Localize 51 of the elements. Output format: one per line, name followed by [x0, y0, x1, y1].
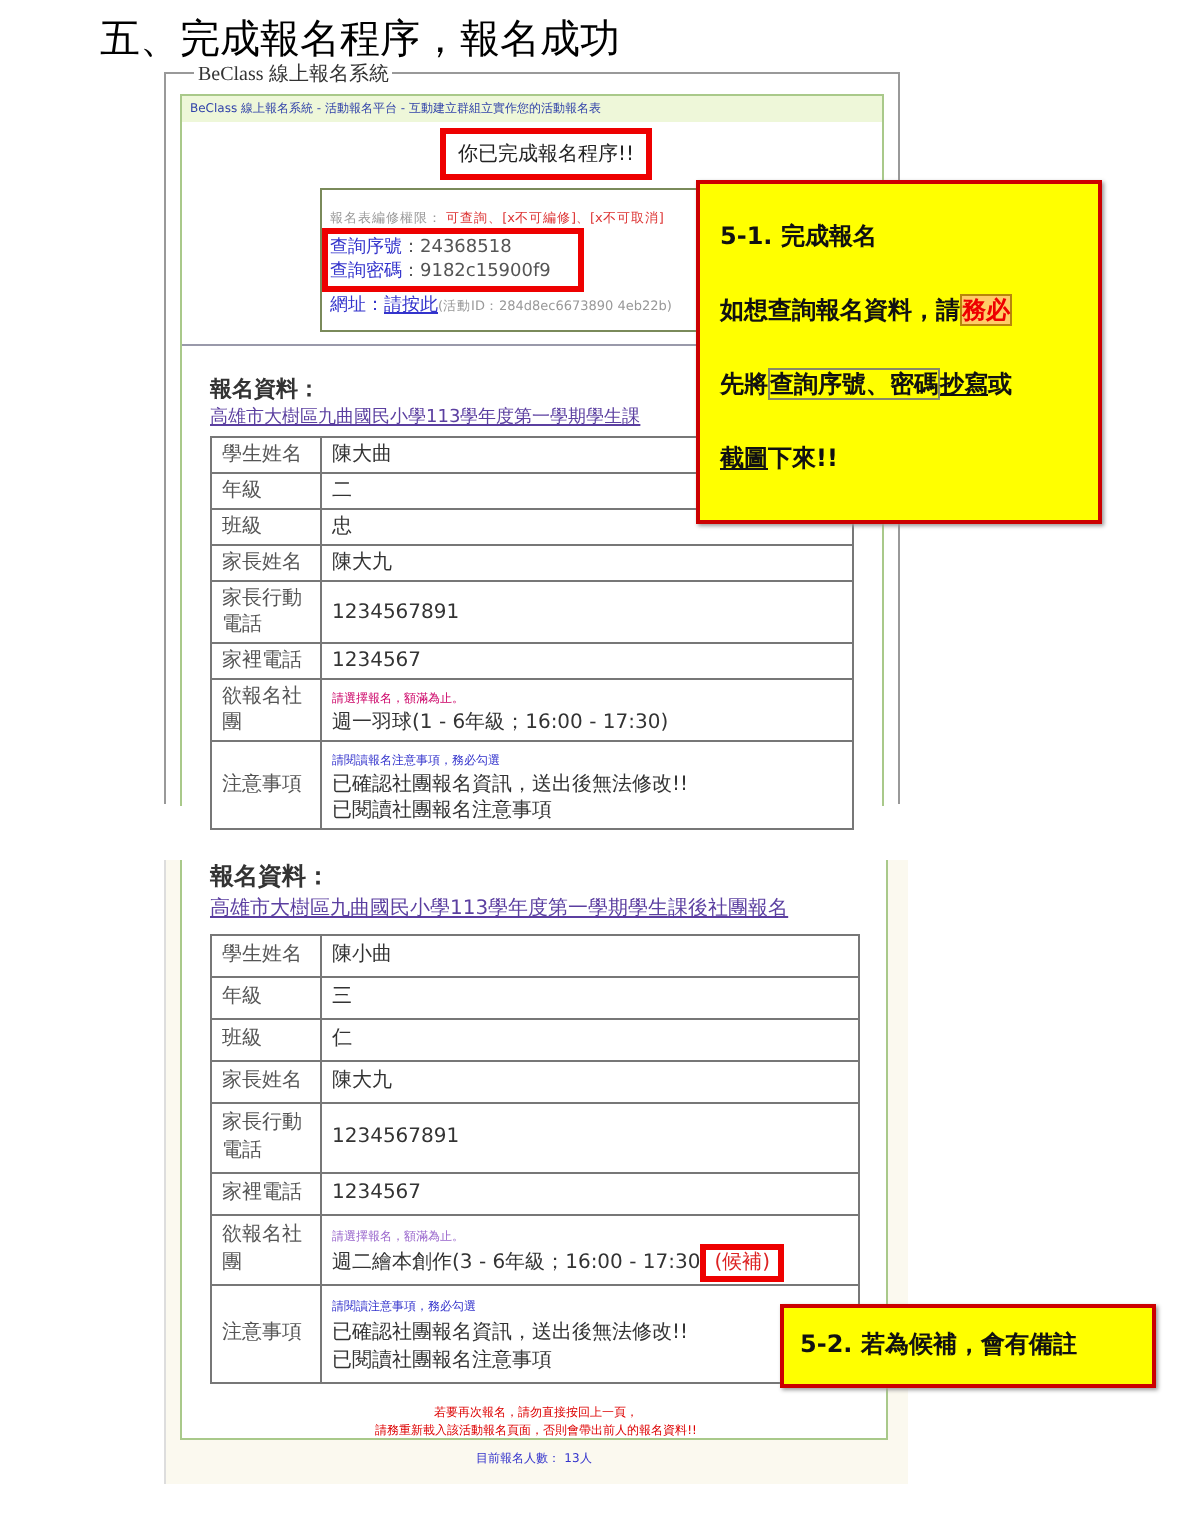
table-cell: 陳小曲 [332, 944, 392, 966]
callout-text: 如想查詢報名資料，請務必 [720, 294, 1014, 328]
table-cell: 年級 [211, 977, 321, 1019]
section-title: 報名資料： [210, 374, 320, 404]
table-cell: 家長姓名 [211, 1061, 321, 1103]
table-cell: 陳大曲 [332, 444, 392, 466]
table-cell: 1234567891 [332, 601, 460, 623]
table-cell: 二 [332, 480, 352, 502]
table-cell: 學生姓名 [211, 935, 321, 977]
completion-message: 你已完成報名程序!! [439, 128, 653, 180]
url-link[interactable]: 請按此 [384, 296, 438, 316]
table-cell: 欲報名社團 [211, 1215, 321, 1285]
callout-title: 5-2. 若為候補，會有備註 [800, 1328, 1079, 1362]
query-line: 查詢密碼：9182c15900f9 [330, 260, 551, 284]
table-cell: 已確認社團報名資訊，送出後無法修改!! [332, 1322, 689, 1344]
callout-text: 截圖下來!! [720, 442, 840, 476]
table-cell: 已閱讀社團報名注意事項 [332, 800, 552, 822]
callout-text: 先將查詢序號、密碼抄寫或 [720, 368, 1014, 402]
table-cell: 班級 [211, 509, 321, 545]
table-cell: 忠 [332, 516, 352, 538]
query-line: 查詢序號：24368518 [330, 236, 514, 260]
table-cell: 學生姓名 [211, 437, 321, 473]
table-cell: 年級 [211, 473, 321, 509]
page-heading: 五、完成報名程序，報名成功 [98, 16, 622, 63]
table-cell: 欲報名社團 [211, 679, 321, 741]
waitlist-tag: (候補) [700, 1244, 785, 1282]
table-cell: 班級 [211, 1019, 321, 1061]
section-title: 報名資料： [210, 860, 330, 894]
url-label: 網址： [330, 296, 384, 316]
table-cell: 週二繪本創作(3 - 6年級；16:00 - 17:30 [332, 1252, 701, 1274]
table-cell: 陳大九 [332, 1070, 392, 1092]
form-link[interactable]: 高雄市大樹區九曲國民小學113學年度第一學期學生課 [210, 404, 641, 430]
table-cell: 家裡電話 [211, 643, 321, 679]
table-cell: 仁 [332, 1028, 352, 1050]
table-cell: 已閱讀社團報名注意事項 [332, 1350, 552, 1372]
table-cell: 注意事項 [211, 1285, 321, 1383]
table-cell: 家長行動電話 [211, 581, 321, 643]
table-cell: 週一羽球(1 - 6年級；16:00 - 17:30) [332, 712, 669, 734]
form-link[interactable]: 高雄市大樹區九曲國民小學113學年度第一學期學生課後社團報名 [210, 894, 789, 922]
table-cell: 三 [332, 986, 352, 1008]
callout-title: 5-1. 完成報名 [720, 220, 879, 254]
table-cell: 陳大九 [332, 552, 392, 574]
fieldset-legend: BeClass 線上報名系統 [194, 60, 393, 88]
table-cell: 1234567891 [332, 1126, 460, 1148]
table-cell: 1234567 [332, 650, 422, 672]
table-cell: 注意事項 [211, 741, 321, 829]
table-cell: 家裡電話 [211, 1173, 321, 1215]
table-cell: 已確認社團報名資訊，送出後無法修改!! [332, 774, 689, 796]
table-cell: 家長行動電話 [211, 1103, 321, 1173]
table-cell: 1234567 [332, 1182, 422, 1204]
table-cell: 家長姓名 [211, 545, 321, 581]
